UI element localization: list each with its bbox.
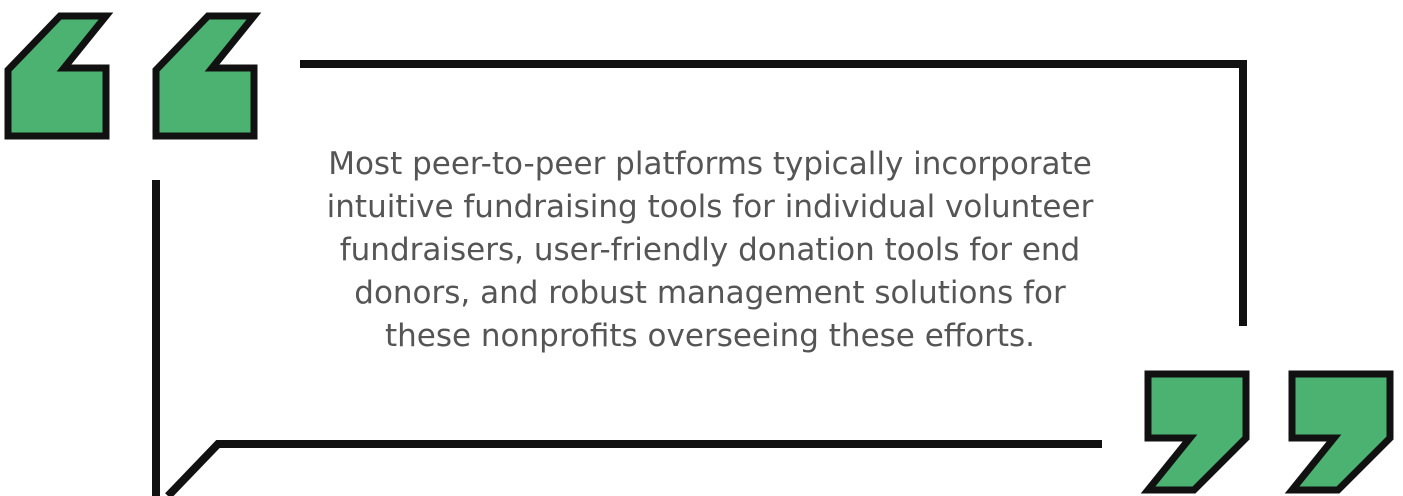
quote-line-5: these nonprofits overseeing these effort… xyxy=(384,318,1036,354)
quote-line-2: intuitive fundraising tools for individu… xyxy=(326,189,1094,225)
frame-bottom-border xyxy=(165,440,1102,496)
quote-line-3: fundraisers, user-friendly donation tool… xyxy=(339,232,1081,268)
opening-quote-left-mark xyxy=(4,12,114,140)
quote-line-4: donors, and robust management solutions … xyxy=(354,275,1066,311)
quote-line-1: Most peer-to-peer platforms typically in… xyxy=(328,146,1092,182)
closing-quote-right-mark xyxy=(1284,370,1394,494)
closing-quote-left-mark xyxy=(1140,370,1250,494)
opening-double-quote-icon xyxy=(4,12,262,140)
opening-quote-right-mark xyxy=(152,12,262,140)
quote-text: Most peer-to-peer platforms typically in… xyxy=(250,143,1170,358)
closing-double-quote-icon xyxy=(1140,370,1394,494)
